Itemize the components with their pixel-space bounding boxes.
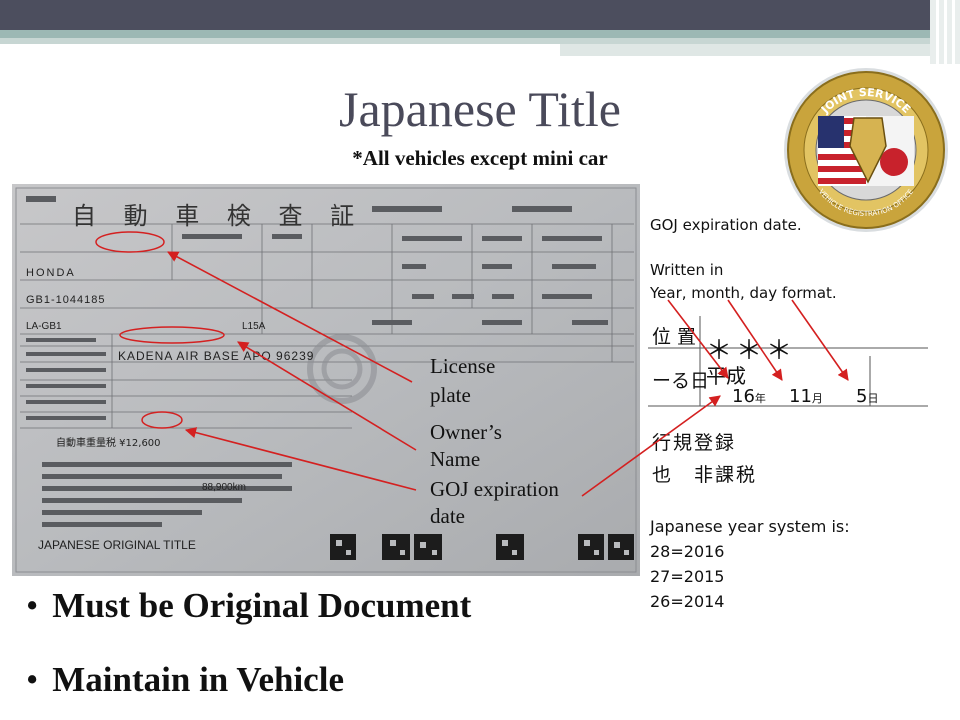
annotation-owners-name-line2: Name [430,447,481,471]
closeup-location-label: 位 置 [652,326,697,348]
document-heading: 自 動 車 検 査 証 [72,202,365,230]
annotation-owners-name-line1: Owner’s [430,420,502,444]
closeup-era: 平成 [706,364,746,388]
document-make: HONDA [26,267,76,279]
document-address: KADENA AIR BASE APO 96239 [118,349,315,363]
joint-service-seal-logo: JOINT SERVICE VEHICLE REGISTRATION OFFIC… [784,68,948,232]
top-bar [0,0,960,30]
annotation-goj-date-line1: GOJ expiration [430,477,559,501]
document-footer-label: JAPANESE ORIGINAL TITLE [38,538,196,552]
bullet-dot-icon: • [26,660,39,699]
document-engine: L15A [242,321,266,332]
bullet-maintain-in-vehicle: • Maintain in Vehicle [26,660,344,700]
bullet-text: Must be Original Document [52,586,472,625]
document-serial: GB1-1044185 [26,294,106,306]
closeup-month: 11 [789,386,812,407]
bullet-text: Maintain in Vehicle [52,660,344,699]
corner-strip [930,0,960,64]
closeup-registration-label: 行規登録 [652,432,737,454]
bullet-dot-icon: • [26,586,39,625]
annotation-owners-name: Owner’s Name [430,420,502,471]
closeup-date-label: ーる日 [652,370,710,392]
annotation-license-plate-line2: plate [430,383,471,407]
date-format-note: Year, month, day format. [650,284,837,302]
document-tax: 自動車重量税 ¥12,600 [56,438,161,449]
year-mapping-item: 27=2015 [650,567,725,586]
closeup-month-unit: 月 [811,392,823,405]
goj-expiration-note: GOJ expiration date. [650,216,802,234]
closeup-day: 5 [856,386,868,407]
closeup-date-value: 16年 11月 5日 [732,386,878,407]
expiration-date-closeup: 位 置 ＊＊＊ ーる日 平成 16年 11月 5日 行規登録 也 非課税 [648,316,928,496]
bullet-original-document: • Must be Original Document [26,586,471,626]
written-in-note: Written in [650,261,724,279]
annotation-license-plate-line1: License [430,354,496,378]
annotation-goj-date-line2: date [430,504,465,528]
annotation-license-plate: License plate [430,354,495,407]
closeup-year: 16 [732,386,755,407]
annotation-goj-date: GOJ expiration date [430,477,559,528]
closeup-year-unit: 年 [754,392,766,405]
document-mileage: 88,900km [202,482,246,493]
year-mapping-item: 28=2016 [650,542,725,561]
year-system-heading: Japanese year system is: [650,517,850,536]
year-mapping-item: 26=2014 [650,592,725,611]
document-model: LA-GB1 [26,321,62,332]
accent-band-pale [560,44,930,56]
closeup-tax-label: 也 非課税 [652,464,758,486]
closeup-day-unit: 日 [867,392,879,405]
